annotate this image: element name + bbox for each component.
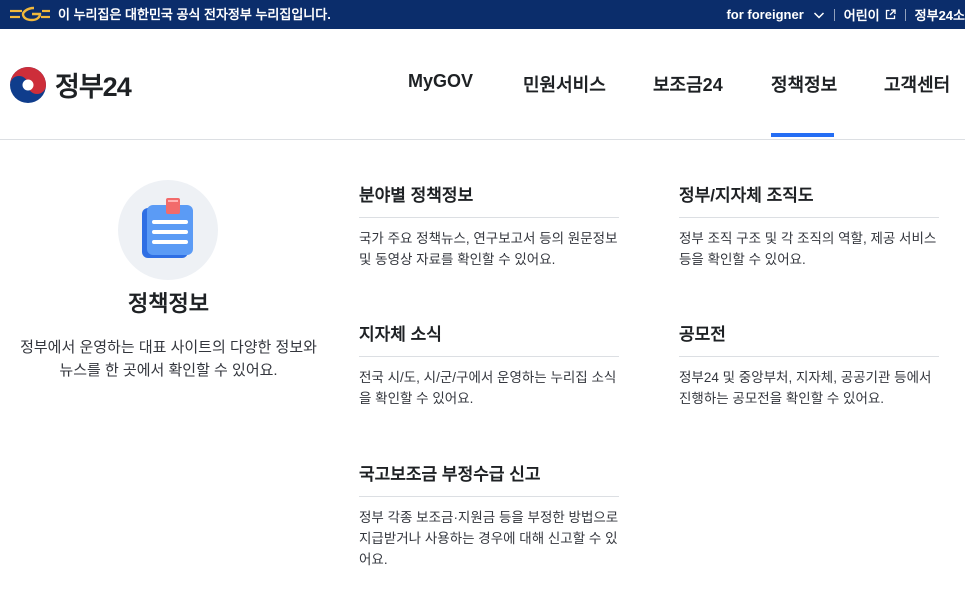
gov24-link-label: 정부24소 xyxy=(914,8,965,23)
menu-item-title: 국고보조금 부정수급 신고 xyxy=(359,460,619,497)
menu-item-desc: 정부 각종 보조금·지원금 등을 부정한 방법으로 지급받거나 사용하는 경우에… xyxy=(359,510,619,567)
menu-item-contests[interactable]: 공모전 정부24 및 중앙부처, 지자체, 공공기관 등에서 진행하는 공모전을… xyxy=(679,320,939,409)
panel-description: 정부에서 운영하는 대표 사이트의 다양한 정보와 뉴스를 한 곳에서 확인할 … xyxy=(20,339,317,379)
menu-item-desc: 국가 주요 정책뉴스, 연구보고서 등의 원문정보 및 동영상 자료를 확인할 … xyxy=(359,231,618,267)
divider xyxy=(833,8,835,21)
utility-links: for foreigner 어린이 정부24소 xyxy=(726,0,965,29)
for-foreigner-label: for foreigner xyxy=(726,7,804,22)
menu-item-org-chart[interactable]: 정부/지자체 조직도 정부 조직 구조 및 각 조직의 역할, 제공 서비스 등… xyxy=(679,181,939,270)
divider xyxy=(904,8,906,21)
menu-item-policy-by-field[interactable]: 분야별 정책정보 국가 주요 정책뉴스, 연구보고서 등의 원문정보 및 동영상… xyxy=(359,181,619,270)
panel-title: 정책정보 xyxy=(128,291,209,316)
menu-item-title: 분야별 정책정보 xyxy=(359,181,619,218)
kids-site-label: 어린이 xyxy=(843,8,880,23)
menu-item-desc: 전국 시/도, 시/군/구에서 운영하는 누리집 소식을 확인할 수 있어요. xyxy=(359,370,617,406)
menu-item-title: 공모전 xyxy=(679,320,939,357)
main-navigation: MyGOV 민원서비스 보조금24 정책정보 고객센터 xyxy=(0,29,965,140)
eg-logo-icon xyxy=(10,6,50,22)
nav-customer-center[interactable]: 고객센터 xyxy=(884,71,950,97)
chevron-down-icon xyxy=(813,11,824,19)
active-nav-indicator xyxy=(771,133,834,137)
nav-subsidy24[interactable]: 보조금24 xyxy=(653,71,723,97)
official-site-notice: 이 누리집은 대한민국 공식 전자정부 누리집입니다. xyxy=(58,7,331,22)
menu-item-title: 지자체 소식 xyxy=(359,320,619,357)
nav-policy-info[interactable]: 정책정보 xyxy=(771,71,837,97)
intro-icon-circle xyxy=(118,180,218,280)
nav-civil-services[interactable]: 민원서비스 xyxy=(523,71,606,97)
menu-item-desc: 정부24 및 중앙부처, 지자체, 공공기관 등에서 진행하는 공모전을 확인할… xyxy=(679,370,932,406)
for-foreigner-dropdown[interactable]: for foreigner xyxy=(726,7,824,22)
menu-item-desc: 정부 조직 구조 및 각 조직의 역할, 제공 서비스 등을 확인할 수 있어요… xyxy=(679,231,937,267)
kids-site-link[interactable]: 어린이 xyxy=(844,5,896,24)
notepad-icon xyxy=(142,198,193,258)
site-header: 정부24 MyGOV 민원서비스 보조금24 정책정보 고객센터 xyxy=(0,29,965,140)
gov-banner: 이 누리집은 대한민국 공식 전자정부 누리집입니다. for foreigne… xyxy=(0,0,965,29)
menu-item-local-gov-news[interactable]: 지자체 소식 전국 시/도, 시/군/구에서 운영하는 누리집 소식을 확인할 … xyxy=(359,320,619,409)
nav-mygov[interactable]: MyGOV xyxy=(408,71,473,92)
menu-item-subsidy-fraud-report[interactable]: 국고보조금 부정수급 신고 정부 각종 보조금·지원금 등을 부정한 방법으로 … xyxy=(359,460,619,570)
external-link-icon xyxy=(885,9,896,20)
gov24-link[interactable]: 정부24소 xyxy=(915,5,965,24)
menu-item-title: 정부/지자체 조직도 xyxy=(679,181,939,218)
